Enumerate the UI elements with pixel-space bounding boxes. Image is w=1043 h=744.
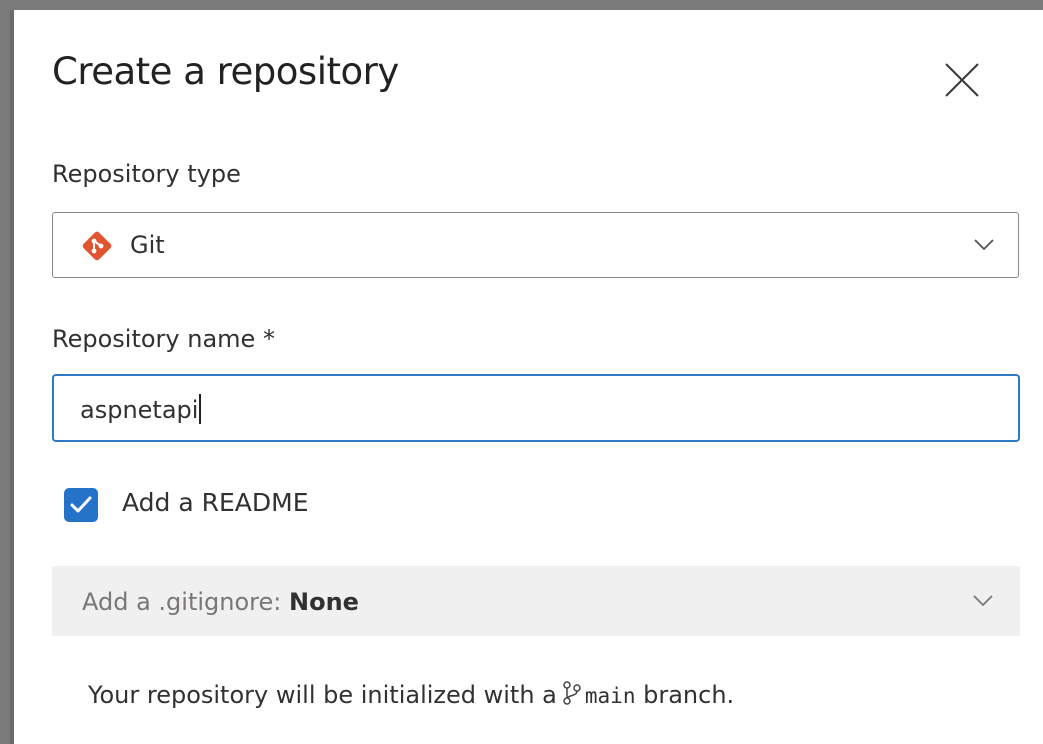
chevron-down-icon (973, 595, 993, 607)
initialization-info: Your repository will be initialized with… (88, 680, 734, 709)
repository-name-text: aspnetapi (80, 396, 199, 424)
chevron-down-icon (974, 239, 994, 251)
checkmark-icon (70, 496, 92, 513)
info-after-text: branch. (643, 681, 735, 709)
repository-type-label: Repository type (52, 160, 241, 188)
create-repository-panel: Create a repository Repository type Git … (10, 10, 1043, 744)
dialog-title: Create a repository (52, 50, 399, 93)
info-before-text: Your repository will be initialized with… (88, 681, 557, 709)
repository-type-dropdown[interactable]: Git (52, 212, 1019, 278)
add-readme-label[interactable]: Add a README (122, 488, 309, 517)
close-button[interactable] (940, 58, 984, 102)
gitignore-label: Add a .gitignore: None (82, 588, 359, 616)
git-icon (82, 231, 112, 261)
repository-name-label: Repository name * (52, 325, 275, 353)
repository-type-value: Git (130, 231, 165, 259)
text-caret (199, 394, 201, 424)
repository-name-value: aspnetapi (80, 394, 201, 424)
gitignore-value: None (289, 588, 359, 616)
repository-name-input[interactable]: aspnetapi (52, 374, 1020, 442)
gitignore-dropdown[interactable]: Add a .gitignore: None (52, 566, 1020, 636)
close-icon (945, 63, 979, 97)
gitignore-prefix: Add a .gitignore: (82, 588, 289, 616)
add-readme-checkbox[interactable] (64, 488, 98, 522)
branch-name: main (584, 684, 636, 708)
branch-icon (563, 681, 581, 705)
